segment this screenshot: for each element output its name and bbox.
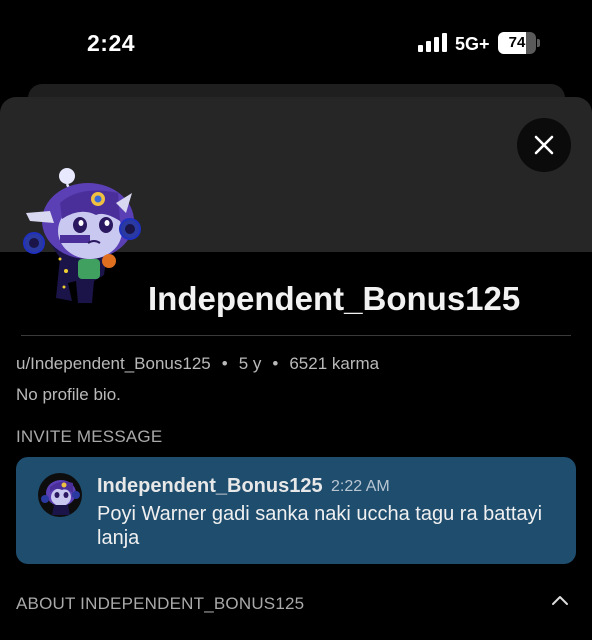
cellular-signal-icon bbox=[418, 33, 447, 52]
meta-separator: • bbox=[221, 354, 228, 373]
about-section-header[interactable]: ABOUT INDEPENDENT_BONUS125 bbox=[16, 594, 304, 614]
close-icon bbox=[534, 135, 554, 155]
invite-message-card: Independent_Bonus125 2:22 AM Poyi Warner… bbox=[16, 457, 576, 564]
avatar bbox=[23, 168, 141, 303]
battery-icon: 74 bbox=[498, 32, 540, 54]
karma-count: 6521 karma bbox=[289, 354, 380, 373]
message-timestamp: 2:22 AM bbox=[331, 478, 390, 495]
chevron-up-icon[interactable] bbox=[551, 594, 569, 606]
message-author[interactable]: Independent_Bonus125 bbox=[97, 475, 323, 498]
invite-message-label: INVITE MESSAGE bbox=[16, 427, 163, 446]
profile-meta: u/Independent_Bonus125 • 5 y • 6521 karma bbox=[16, 354, 379, 374]
message-text: Poyi Warner gadi sanka naki uccha tagu r… bbox=[97, 503, 543, 549]
status-time: 2:24 bbox=[87, 30, 136, 56]
network-type: 5G+ bbox=[455, 34, 490, 54]
account-age: 5 y bbox=[238, 354, 262, 373]
divider bbox=[21, 335, 571, 336]
meta-separator: • bbox=[272, 354, 279, 373]
battery-percent: 74 bbox=[508, 34, 526, 51]
profile-handle: u/Independent_Bonus125 bbox=[16, 354, 211, 373]
close-button[interactable] bbox=[517, 118, 571, 172]
profile-username-title: Independent_Bonus125 bbox=[148, 280, 521, 317]
message-avatar bbox=[38, 473, 82, 517]
profile-bio: No profile bio. bbox=[16, 385, 121, 404]
status-bar: 2:24 5G+ 74 bbox=[0, 0, 592, 84]
